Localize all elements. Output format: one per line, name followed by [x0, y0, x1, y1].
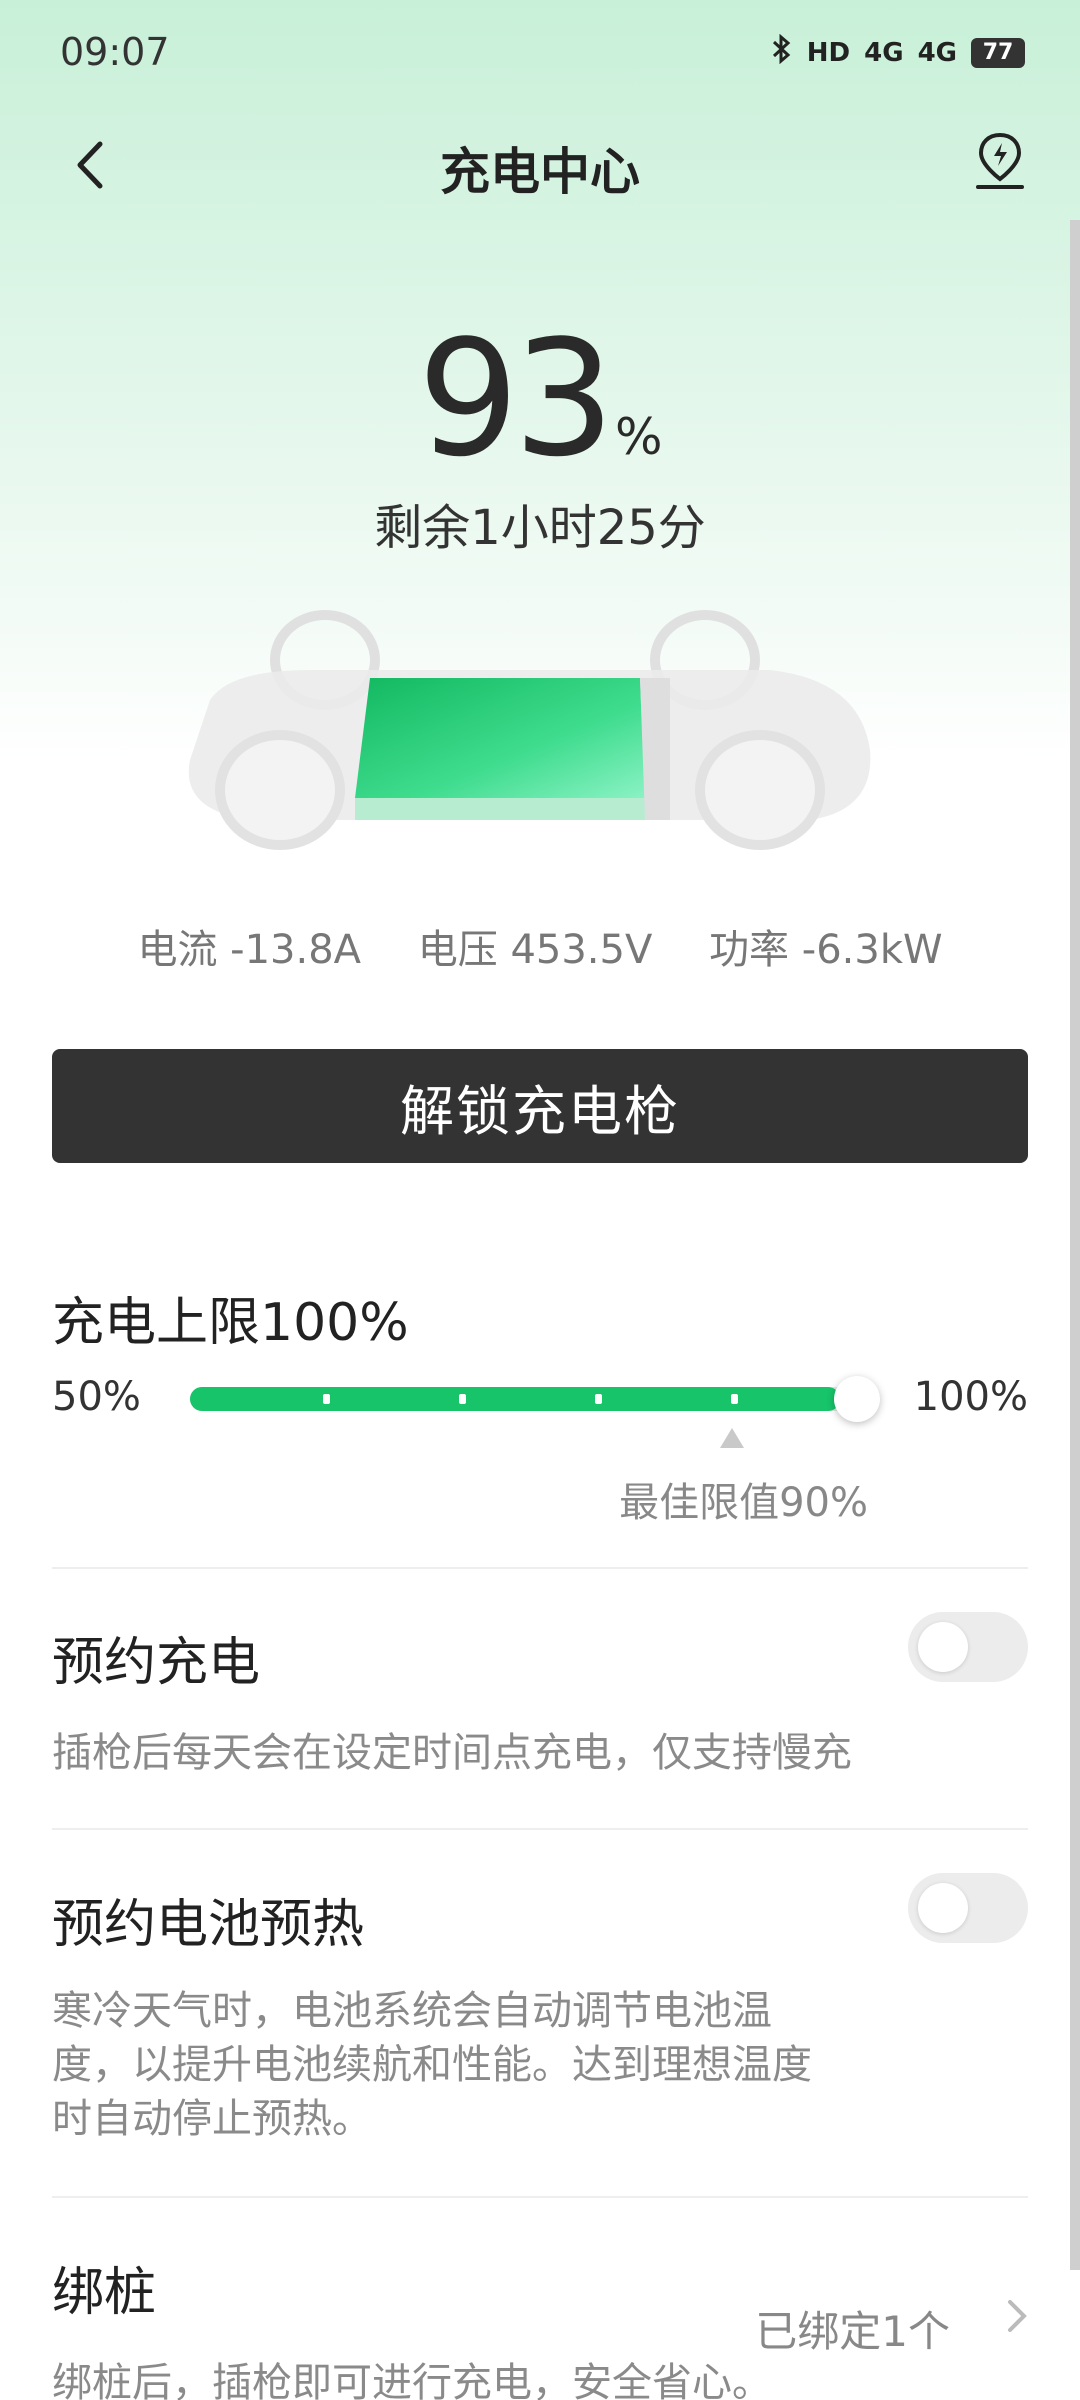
battery-percent-unit: % — [615, 408, 663, 466]
unlock-charging-gun-button[interactable]: 解锁充电枪 — [52, 1049, 1028, 1163]
header: 充电中心 — [0, 110, 1080, 220]
bind-pile-status[interactable]: 已绑定1个 — [755, 2298, 950, 2359]
schedule-charge-desc: 插枪后每天会在设定时间点充电，仅支持慢充 — [52, 1730, 852, 1776]
status-bar: 09:07 HD 4G 4G 77 — [0, 0, 1080, 110]
battery-preheat-desc-line: 寒冷天气时，电池系统会自动调节电池温 — [52, 1988, 772, 2034]
toggle-knob — [918, 1883, 968, 1933]
bind-pile-title: 绑桩 — [52, 2263, 157, 2323]
slider-tick — [595, 1394, 602, 1404]
charge-limit-slider-fill — [190, 1387, 840, 1411]
battery-preheat-toggle[interactable] — [908, 1873, 1028, 1943]
slider-tick — [731, 1394, 738, 1404]
slider-tick — [459, 1394, 466, 1404]
page-title: 充电中心 — [440, 143, 640, 201]
charge-limit-slider[interactable] — [190, 1376, 880, 1422]
charge-limit-slider-knob[interactable] — [834, 1376, 880, 1422]
best-limit-label: 最佳限值90% — [619, 1480, 868, 1526]
current-metric: 电流 -13.8A — [137, 927, 362, 973]
bluetooth-icon — [771, 33, 793, 71]
toggle-knob — [918, 1622, 968, 1672]
battery-preheat-title: 预约电池预热 — [52, 1895, 365, 1955]
bind-pile-desc: 绑桩后，插枪即可进行充电，安全省心。 — [52, 2360, 772, 2400]
charging-map-button[interactable] — [965, 126, 1035, 196]
status-time: 09:07 — [60, 30, 170, 74]
best-limit-marker-icon — [720, 1428, 744, 1448]
chevron-right-icon[interactable] — [1006, 2296, 1028, 2347]
battery-preheat-desc: 寒冷天气时，电池系统会自动调节电池温 度，以提升电池续航和性能。达到理想温度 时… — [52, 1984, 812, 2146]
car-battery-illustration — [188, 610, 871, 850]
voltage-metric: 电压 453.5V — [417, 927, 653, 973]
battery-preheat-desc-line: 时自动停止预热。 — [52, 2096, 372, 2142]
charging-location-icon — [976, 132, 1024, 189]
divider — [52, 1828, 1028, 1830]
divider — [52, 1567, 1028, 1569]
schedule-charge-toggle[interactable] — [908, 1612, 1028, 1682]
power-metric: 功率 -6.3kW — [709, 927, 943, 973]
charge-limit-max-label: 100% — [913, 1374, 1028, 1420]
signal-4g-icon: 4G — [864, 37, 904, 68]
status-icons: HD 4G 4G 77 — [771, 33, 1025, 71]
schedule-charge-title: 预约充电 — [52, 1633, 261, 1693]
charge-metrics: 电流 -13.8A 电压 453.5V 功率 -6.3kW — [0, 917, 1080, 975]
battery-icon: 77 — [971, 37, 1025, 68]
charging-center-page: 09:07 HD 4G 4G 77 充电中心 93% 剩余1小时25分 电流 -… — [0, 0, 1080, 2400]
divider — [52, 2196, 1028, 2198]
battery-preheat-desc-line: 度，以提升电池续航和性能。达到理想温度 — [52, 2042, 812, 2088]
battery-percent-value: 93 — [417, 305, 615, 492]
charge-limit-min-label: 50% — [52, 1374, 141, 1420]
charge-limit-title: 充电上限100% — [52, 1293, 409, 1353]
signal-4g-icon: 4G — [917, 37, 957, 68]
hd-icon: HD — [806, 37, 851, 68]
scrollbar[interactable] — [1070, 220, 1080, 2270]
slider-tick — [323, 1394, 330, 1404]
remaining-time: 剩余1小时25分 — [374, 500, 706, 556]
battery-percent: 93% — [0, 305, 1080, 492]
